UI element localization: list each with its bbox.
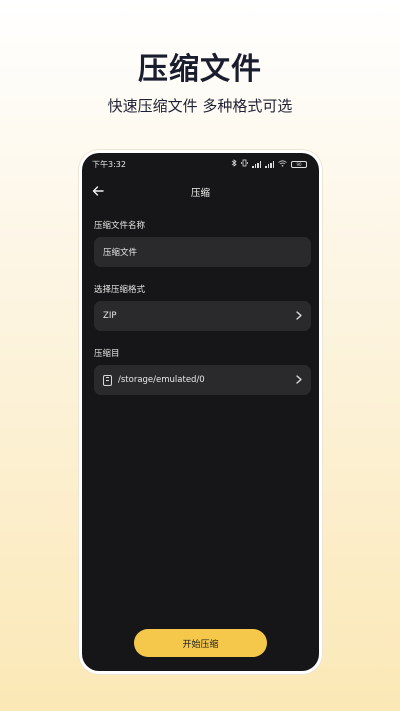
sd-card-icon — [103, 374, 112, 386]
bluetooth-icon — [231, 159, 237, 169]
filename-label: 压缩文件名称 — [94, 221, 146, 231]
page-title: 压缩 — [190, 188, 210, 199]
status-icons: 90 — [231, 159, 307, 169]
format-label: 选择压缩格式 — [94, 285, 146, 295]
signal-icon — [252, 160, 261, 168]
vibrate-icon — [241, 159, 248, 169]
promo-title: 压缩文件 — [138, 52, 262, 87]
top-navbar: 压缩 — [82, 181, 319, 205]
chevron-right-icon — [296, 311, 302, 323]
format-select[interactable]: ZIP — [94, 301, 311, 331]
dir-label: 压缩目 — [94, 349, 120, 359]
start-compress-button[interactable]: 开始压缩 — [134, 629, 267, 657]
filename-field[interactable]: 压缩文件 — [94, 237, 311, 267]
dir-select[interactable]: /storage/emulated/0 — [94, 365, 311, 395]
dir-value: /storage/emulated/0 — [118, 375, 205, 385]
filename-value: 压缩文件 — [103, 248, 138, 258]
wifi-icon — [278, 159, 287, 169]
format-value: ZIP — [103, 311, 117, 321]
status-bar: 下午3:32 90 — [92, 158, 307, 170]
promo-subtitle: 快速压缩文件 多种格式可选 — [107, 97, 293, 115]
app-screen: 下午3:32 90 压缩 压缩文件名称 压缩文件 选择压缩格式 ZIP 压缩目 … — [82, 153, 319, 671]
battery-icon: 90 — [291, 160, 307, 168]
chevron-right-icon — [296, 375, 302, 387]
signal-icon-2 — [265, 160, 274, 168]
status-time: 下午3:32 — [92, 159, 126, 169]
phone-frame: 下午3:32 90 压缩 压缩文件名称 压缩文件 选择压缩格式 ZIP 压缩目 … — [79, 150, 322, 674]
